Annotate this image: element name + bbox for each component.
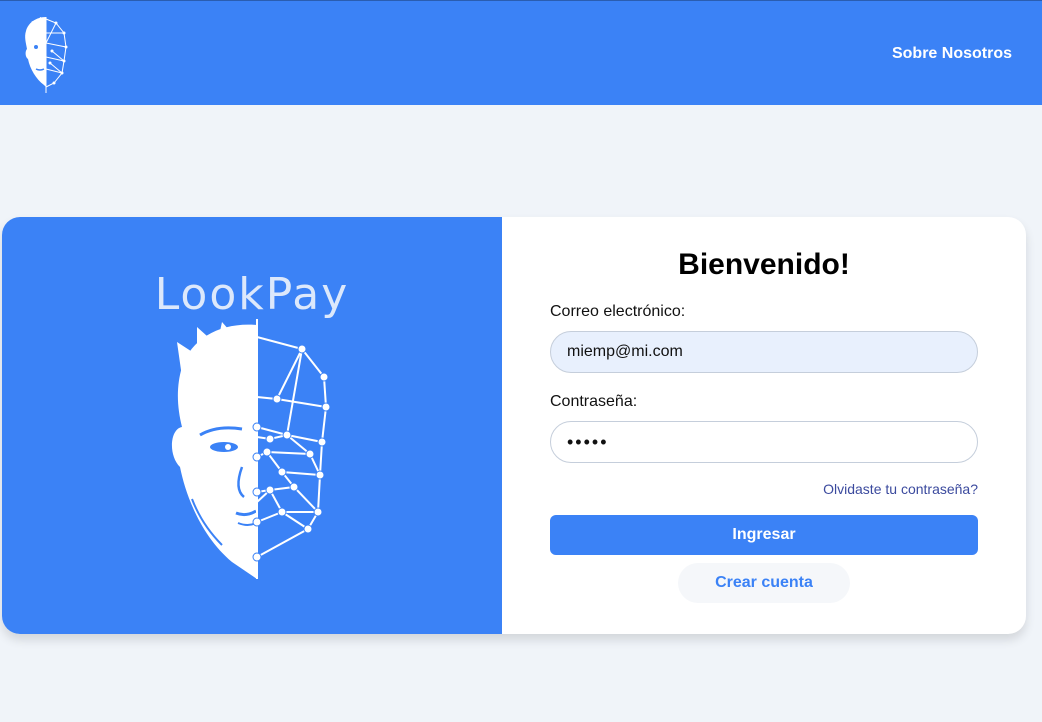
- forgot-password-link[interactable]: Olvidaste tu contraseña?: [823, 481, 978, 497]
- face-scan-logo-icon[interactable]: [18, 13, 74, 95]
- create-account-button[interactable]: Crear cuenta: [678, 563, 850, 603]
- login-card: LookPay Bienvenido! Correo electrónico: …: [2, 217, 1026, 634]
- email-label: Correo electrónico:: [550, 303, 686, 320]
- nav-link-sobre-nosotros[interactable]: Sobre Nosotros: [892, 45, 1012, 63]
- login-form: Bienvenido! Correo electrónico: Contrase…: [502, 217, 1026, 634]
- brand-name: LookPay: [154, 269, 350, 320]
- top-navbar: Sobre Nosotros: [0, 0, 1042, 105]
- face-scan-illustration: [171, 319, 331, 579]
- welcome-title: Bienvenido!: [678, 248, 850, 281]
- login-button[interactable]: Ingresar: [550, 515, 978, 555]
- email-field[interactable]: [550, 331, 978, 373]
- password-field[interactable]: [550, 421, 978, 463]
- password-label: Contraseña:: [550, 393, 638, 410]
- brand-panel: LookPay: [2, 217, 502, 634]
